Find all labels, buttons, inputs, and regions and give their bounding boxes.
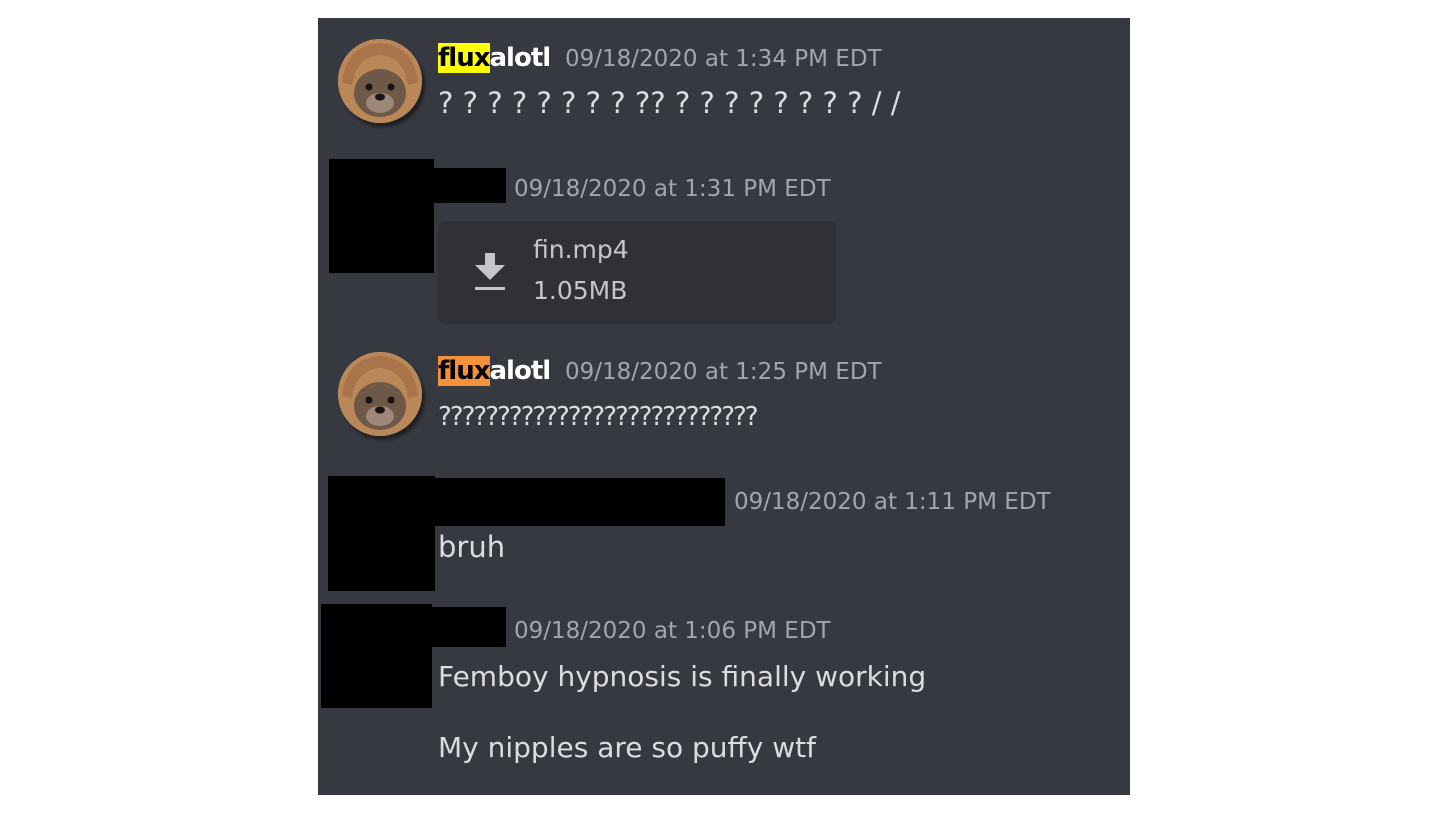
username[interactable]: fluxalotl [438,355,552,387]
download-icon[interactable] [474,253,506,293]
redacted-avatar [329,159,434,273]
redacted-avatar [328,476,435,591]
timestamp: 09/18/2020 at 1:25 PM EDT [565,359,882,385]
username-highlight: flux [438,43,491,73]
redacted-username [432,478,725,526]
avatar[interactable] [338,352,422,436]
avatar[interactable] [338,39,422,123]
timestamp: 09/18/2020 at 1:06 PM EDT [514,618,831,644]
timestamp: 09/18/2020 at 1:31 PM EDT [514,176,831,202]
message-text: ??????????????????????????? [438,402,759,432]
username[interactable]: fluxalotl [438,42,552,74]
redacted-username [432,168,506,203]
chat-panel: fluxalotl 09/18/2020 at 1:34 PM EDT ? ? … [318,18,1130,795]
message-text: bruh [438,530,506,564]
username-highlight: flux [438,356,491,386]
timestamp: 09/18/2020 at 1:11 PM EDT [734,489,1051,515]
file-size: 1.05MB [533,276,628,305]
file-name[interactable]: fin.mp4 [533,235,629,265]
message-text: Femboy hypnosis is finally working [438,660,927,693]
message-text: My nipples are so puffy wtf [438,731,817,764]
timestamp: 09/18/2020 at 1:34 PM EDT [565,46,882,72]
file-attachment[interactable]: fin.mp4 1.05MB [438,221,836,324]
redacted-username [430,607,506,647]
username-rest: alotl [489,43,552,73]
username-rest: alotl [489,356,552,386]
message-text: ? ? ? ? ? ? ? ? ?? ? ? ? ? ? ? ? ? / / [438,86,901,120]
redacted-avatar [321,604,432,708]
